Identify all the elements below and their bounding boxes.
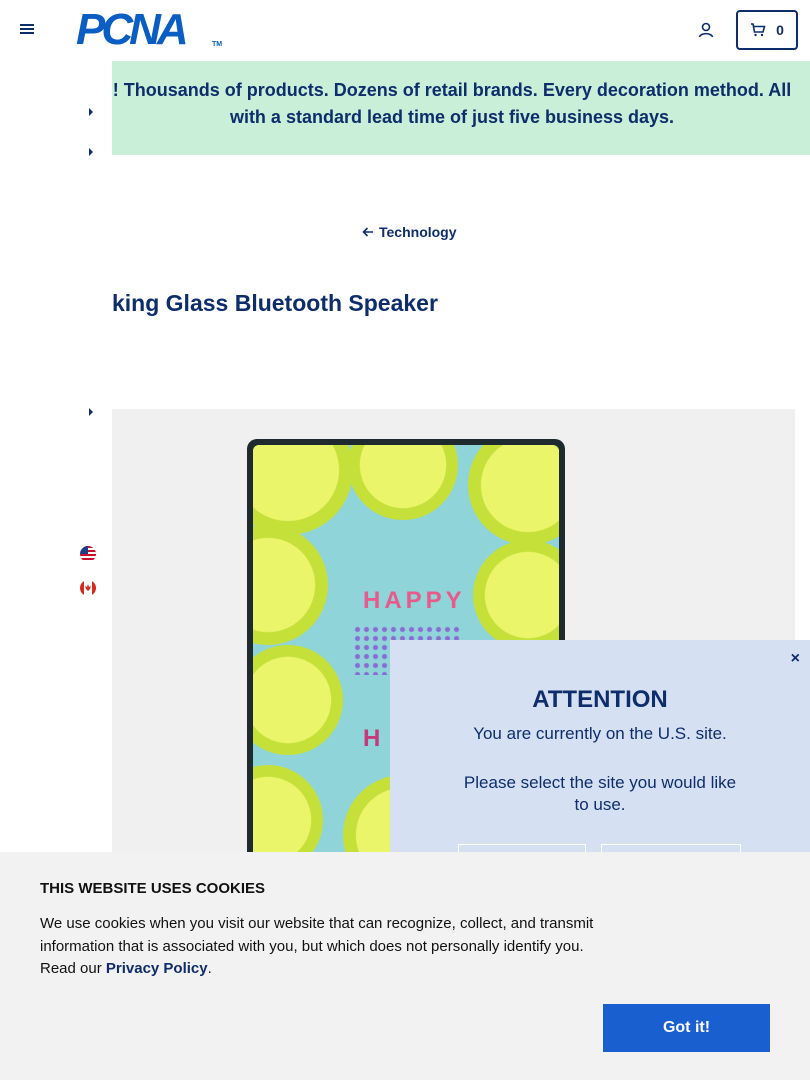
product-title: king Glass Bluetooth Speaker — [112, 290, 438, 316]
us-flag-icon[interactable] — [80, 546, 96, 562]
cart-count: 0 — [776, 22, 784, 38]
promo-line-2: with a standard lead time of just five b… — [229, 107, 675, 127]
logo-text: PCNA — [76, 5, 189, 54]
hamburger-icon[interactable] — [20, 22, 36, 38]
modal-select-site-text: Please select the site you would like to… — [463, 773, 737, 814]
logo-trademark: TM — [212, 41, 223, 48]
back-to-category-link[interactable]: Technology — [362, 224, 457, 240]
modal-title: ATTENTION — [532, 686, 668, 713]
cookie-text: We use cookies when you visit our websit… — [40, 913, 600, 981]
canada-flag-icon[interactable] — [80, 580, 96, 596]
pcna-logo[interactable]: PCNA TM — [76, 5, 224, 54]
chevron-right-icon[interactable] — [88, 107, 94, 117]
chevron-right-icon[interactable] — [88, 147, 94, 157]
accept-cookies-button[interactable]: Got it! — [603, 1004, 770, 1052]
close-icon[interactable]: × — [791, 650, 800, 668]
product-image-text: HAPPY — [363, 587, 466, 614]
cookie-title: THIS WEBSITE USES COOKIES — [40, 880, 266, 897]
site-header: PCNA TM 0 — [0, 0, 810, 61]
cart-icon — [751, 23, 766, 37]
promo-banner: ! Thousands of products. Dozens of retai… — [112, 61, 810, 155]
cookie-text-end: . — [207, 960, 212, 977]
cookie-banner: THIS WEBSITE USES COOKIES We use cookies… — [0, 852, 810, 1080]
site-selection-modal: × ATTENTION You are currently on the U.S… — [390, 640, 810, 884]
back-link-label: Technology — [379, 224, 457, 240]
privacy-policy-link[interactable]: Privacy Policy — [106, 960, 208, 977]
arrow-left-icon — [362, 227, 373, 237]
promo-banner-text: ! Thousands of products. Dozens of retai… — [102, 77, 802, 131]
promo-line-1: ! Thousands of products. Dozens of retai… — [112, 80, 792, 100]
product-image-text-2: H — [363, 725, 381, 752]
modal-current-site-text: You are currently on the U.S. site. — [473, 724, 727, 743]
cart-button[interactable]: 0 — [736, 10, 798, 50]
chevron-right-icon[interactable] — [88, 407, 94, 417]
account-icon[interactable] — [697, 21, 715, 39]
page: PCNA TM 0 ! Thousands of products. Dozen… — [0, 0, 810, 1080]
